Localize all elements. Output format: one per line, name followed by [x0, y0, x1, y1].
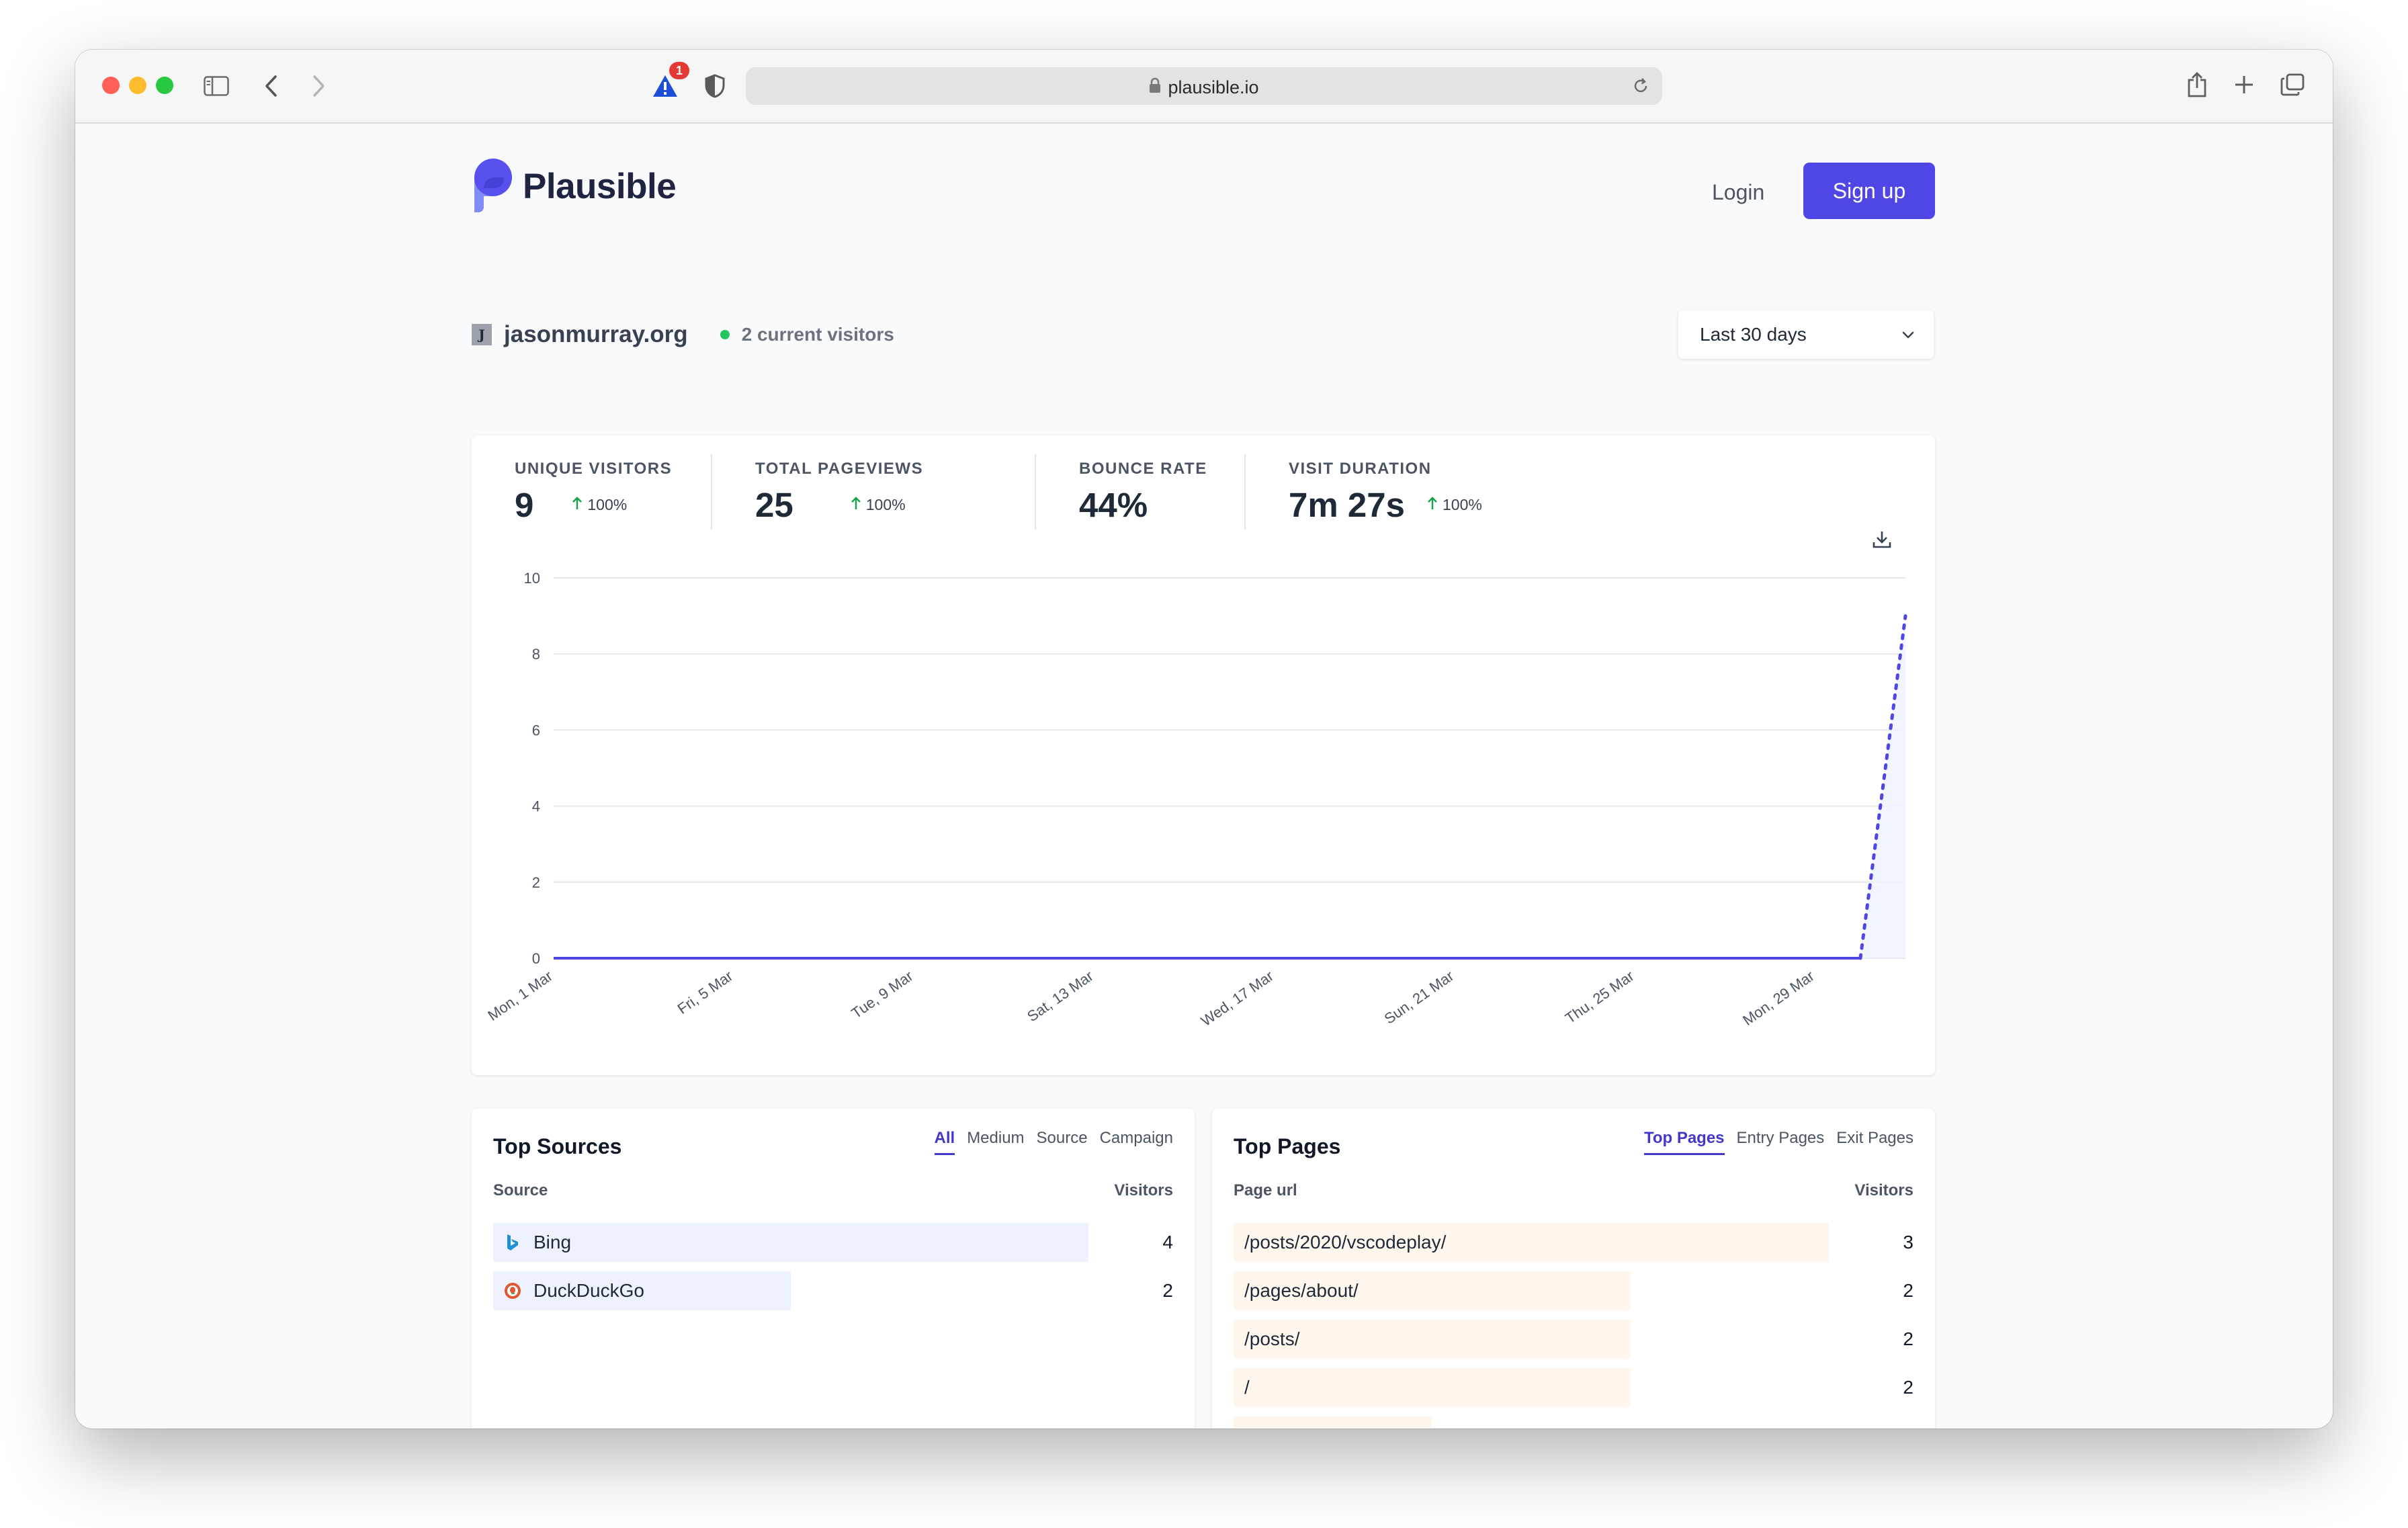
sources-tabs: All Medium Source Campaign: [922, 1129, 1173, 1155]
duckduckgo-icon: [504, 1282, 521, 1300]
site-header: J jasonmurray.org 2 current visitors: [472, 319, 894, 351]
row-label[interactable]: /now/: [1244, 1416, 1289, 1429]
list-item[interactable]: Bing 4: [493, 1223, 1173, 1262]
row-label-text: /posts/: [1244, 1328, 1300, 1349]
row-value: 2: [1903, 1377, 1914, 1398]
row-value: 1: [1903, 1416, 1914, 1429]
plausible-logo-icon: [472, 157, 513, 216]
y-tick-label: 6: [532, 722, 540, 738]
plausible-logo[interactable]: Plausible: [472, 157, 677, 216]
visitors-line-chart[interactable]: 0 2 4 6 8 10 Mon, 1 Mar Fri, 5 Mar Tue, 9 Mar Sat…: [472, 435, 1935, 1075]
list-item[interactable]: /now/1: [1234, 1416, 1914, 1429]
browser-toolbar: 1 plausible.io: [75, 50, 2333, 124]
main-graph-card: UNIQUE VISITORS 9 100% TOTAL PAGEVIEWS 2…: [472, 435, 1935, 1075]
row-label-text: /now/: [1244, 1416, 1289, 1429]
row-label[interactable]: DuckDuckGo: [504, 1271, 644, 1310]
reload-icon[interactable]: [1630, 75, 1651, 97]
brand-name: Plausible: [523, 167, 677, 206]
row-label[interactable]: /: [1244, 1368, 1250, 1407]
period-dropdown[interactable]: Last 30 days: [1678, 310, 1934, 359]
top-sources-panel: Top Sources All Medium Source Campaign S…: [472, 1109, 1195, 1429]
row-value: 2: [1903, 1328, 1914, 1349]
row-label[interactable]: /pages/about/: [1244, 1271, 1359, 1310]
back-arrow-icon[interactable]: [258, 73, 285, 99]
live-status-dot: [720, 330, 730, 339]
x-tick-label: Wed, 17 Mar: [1198, 968, 1277, 1029]
url-label: plausible.io: [1168, 77, 1259, 97]
row-value: 4: [1162, 1232, 1173, 1253]
list-item[interactable]: /posts/2020/vscodeplay/3: [1234, 1223, 1914, 1262]
bing-icon: [504, 1234, 521, 1251]
column-header-source: Source: [493, 1181, 548, 1199]
row-bar: [1234, 1368, 1631, 1407]
y-tick-label: 8: [532, 646, 540, 663]
row-value: 2: [1903, 1280, 1914, 1301]
lock-icon: [1149, 69, 1161, 106]
x-tick-label: Fri, 5 Mar: [675, 968, 736, 1017]
row-value: 3: [1903, 1232, 1914, 1253]
sidebar-toggle-icon[interactable]: [203, 73, 230, 99]
row-value: 2: [1162, 1280, 1173, 1301]
row-label[interactable]: Bing: [504, 1223, 571, 1262]
share-icon[interactable]: [2182, 69, 2212, 101]
x-tick-label: Sat, 13 Mar: [1024, 968, 1096, 1025]
address-bar[interactable]: plausible.io: [746, 67, 1662, 105]
site-favicon: J: [472, 324, 492, 345]
row-bar: [493, 1223, 1088, 1262]
chevron-down-icon: [1900, 327, 1916, 346]
tab-overview-icon[interactable]: [2279, 71, 2306, 98]
tab-exit-pages[interactable]: Exit Pages: [1836, 1129, 1914, 1155]
site-domain[interactable]: jasonmurray.org: [504, 321, 688, 348]
y-tick-label: 2: [532, 874, 540, 891]
tab-campaign[interactable]: Campaign: [1100, 1129, 1173, 1155]
x-tick-label: Mon, 1 Mar: [484, 968, 555, 1024]
tab-entry-pages[interactable]: Entry Pages: [1737, 1129, 1825, 1155]
list-item[interactable]: DuckDuckGo 2: [493, 1271, 1173, 1310]
zoom-window-button[interactable]: [156, 77, 173, 94]
tab-all[interactable]: All: [934, 1129, 955, 1155]
x-tick-label: Sun, 21 Mar: [1381, 968, 1457, 1027]
minimize-window-button[interactable]: [129, 77, 146, 94]
row-label-text: Bing: [533, 1232, 572, 1253]
row-label-text: /: [1244, 1377, 1250, 1398]
column-header-visitors: Visitors: [1114, 1181, 1173, 1199]
shield-icon[interactable]: [700, 71, 730, 101]
tab-medium[interactable]: Medium: [967, 1129, 1024, 1155]
list-item[interactable]: /pages/about/2: [1234, 1271, 1914, 1310]
x-tick-label: Mon, 29 Mar: [1739, 968, 1817, 1029]
column-header-page-url: Page url: [1234, 1181, 1297, 1199]
browser-window: 1 plausible.io Plausible Login Sign up J…: [75, 50, 2333, 1429]
x-tick-label: Thu, 25 Mar: [1562, 968, 1637, 1027]
row-label[interactable]: /posts/2020/vscodeplay/: [1244, 1223, 1446, 1262]
y-tick-label: 0: [532, 950, 540, 967]
new-tab-icon[interactable]: [2231, 71, 2258, 98]
login-link[interactable]: Login: [1712, 180, 1764, 205]
y-tick-label: 4: [532, 798, 540, 815]
tab-top-pages[interactable]: Top Pages: [1643, 1129, 1725, 1155]
row-label-text: /pages/about/: [1244, 1280, 1359, 1301]
panel-title: Top Sources: [493, 1134, 622, 1158]
row-label-text: /posts/2020/vscodeplay/: [1244, 1232, 1447, 1253]
current-visitors[interactable]: 2 current visitors: [742, 324, 894, 345]
forward-arrow-icon[interactable]: [305, 73, 332, 99]
row-label[interactable]: /posts/: [1244, 1320, 1299, 1359]
list-item[interactable]: /2: [1234, 1368, 1914, 1407]
row-label-text: DuckDuckGo: [533, 1280, 644, 1301]
notification-badge: 1: [669, 62, 689, 79]
tab-source[interactable]: Source: [1037, 1129, 1088, 1155]
top-pages-panel: Top Pages Top Pages Entry Pages Exit Pag…: [1212, 1109, 1935, 1429]
column-header-visitors: Visitors: [1854, 1181, 1914, 1199]
panel-title: Top Pages: [1234, 1134, 1341, 1158]
pages-tabs: Top Pages Entry Pages Exit Pages: [1632, 1129, 1914, 1155]
page-content: Plausible Login Sign up J jasonmurray.or…: [75, 124, 2333, 1429]
x-tick-label: Tue, 9 Mar: [849, 968, 916, 1022]
close-window-button[interactable]: [102, 77, 120, 94]
period-label: Last 30 days: [1700, 324, 1807, 345]
y-tick-label: 10: [524, 570, 540, 587]
list-item[interactable]: /posts/2: [1234, 1320, 1914, 1359]
signup-button[interactable]: Sign up: [1803, 163, 1935, 219]
url-text: plausible.io: [746, 67, 1662, 105]
